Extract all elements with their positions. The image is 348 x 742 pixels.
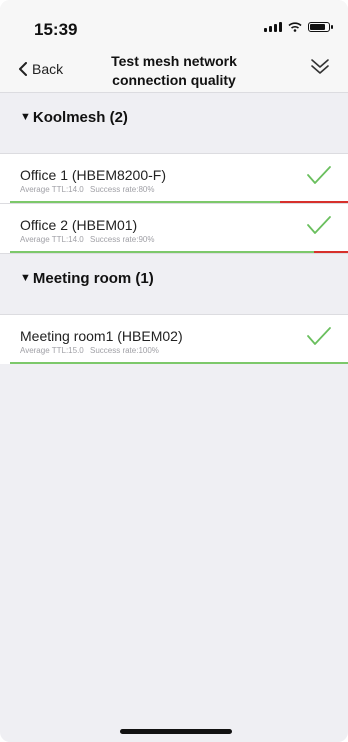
expand-all-button[interactable] <box>310 58 330 81</box>
status-icons <box>264 22 333 32</box>
group-header-koolmesh[interactable]: ▼ Koolmesh (2) <box>0 92 348 141</box>
wifi-icon <box>288 22 302 32</box>
battery-icon <box>308 22 333 32</box>
page-title: Test mesh network connection quality <box>111 53 237 88</box>
device-name: Meeting room1 (HBEM02) <box>20 328 183 344</box>
home-indicator[interactable] <box>120 729 232 734</box>
list-item[interactable]: Meeting room1 (HBEM02) Average TTL:15.0 … <box>0 314 348 364</box>
device-stats: Average TTL:15.0 Success rate:100% <box>20 346 159 355</box>
chevron-left-icon <box>19 62 27 76</box>
status-time: 15:39 <box>34 20 78 39</box>
success-rate: Success rate:100% <box>89 346 159 355</box>
device-name: Office 1 (HBEM8200-F) <box>20 167 167 183</box>
list-item[interactable]: Office 2 (HBEM01) Average TTL:14.0 Succe… <box>0 203 348 253</box>
app-screen: 15:39 Back Test mesh network connection … <box>0 0 348 742</box>
collapse-triangle-icon: ▼ <box>20 272 31 284</box>
collapse-triangle-icon: ▼ <box>20 111 31 123</box>
device-stats: Average TTL:14.0 Success rate:90% <box>20 235 154 244</box>
average-ttl: Average TTL:15.0 <box>20 346 84 355</box>
double-chevron-down-icon <box>311 59 329 74</box>
checkmark-icon <box>307 216 331 234</box>
back-label: Back <box>32 61 64 77</box>
device-name: Office 2 (HBEM01) <box>20 217 138 233</box>
average-ttl: Average TTL:14.0 <box>20 235 84 244</box>
back-button[interactable]: Back <box>18 61 63 77</box>
signal-icon <box>264 22 282 32</box>
success-rate-bar <box>10 362 348 364</box>
checkmark-icon <box>307 166 331 184</box>
group-label: Koolmesh (2) <box>32 108 128 126</box>
failure-rate-bar <box>314 251 348 253</box>
group-header-meeting-room[interactable]: ▼ Meeting room (1) <box>0 253 348 302</box>
checkmark-icon <box>307 327 331 345</box>
device-stats: Average TTL:14.0 Success rate:80% <box>20 185 154 194</box>
success-rate: Success rate:90% <box>89 235 155 244</box>
success-rate: Success rate:80% <box>89 185 155 194</box>
header: 15:39 Back Test mesh network connection … <box>0 0 348 92</box>
average-ttl: Average TTL:14.0 <box>20 185 84 194</box>
group-label: Meeting room (1) <box>32 269 154 287</box>
group-list: ▼ Koolmesh (2) Office 1 (HBEM8200-F) Ave… <box>0 92 348 364</box>
list-item[interactable]: Office 1 (HBEM8200-F) Average TTL:14.0 S… <box>0 153 348 203</box>
success-rate-bar <box>10 251 314 253</box>
